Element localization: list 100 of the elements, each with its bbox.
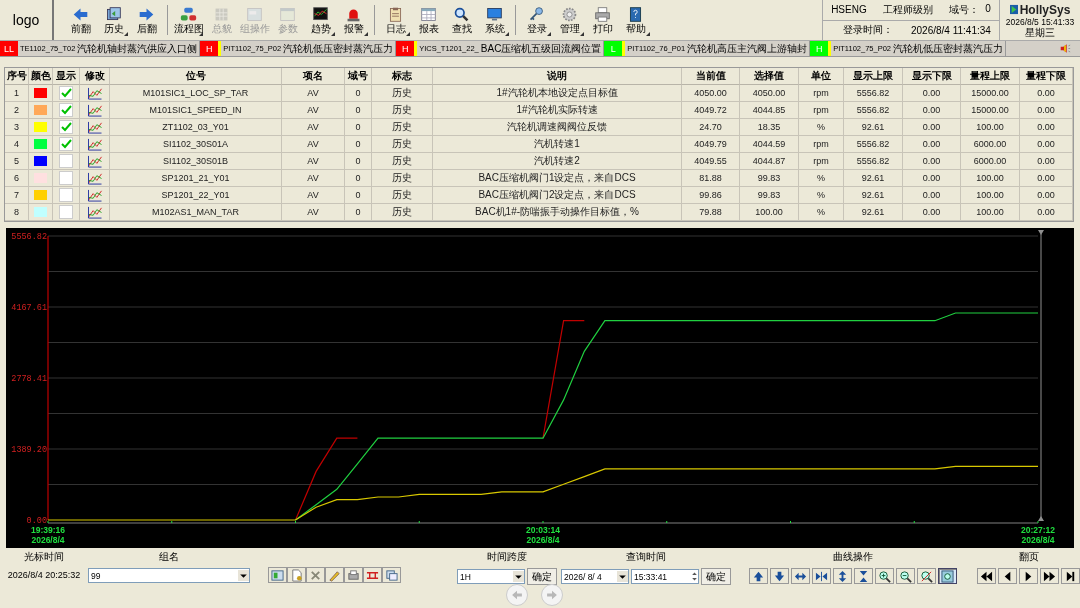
page-button[interactable] <box>977 568 996 584</box>
section-label: 时间跨度 <box>487 550 527 564</box>
table-cell: 100.00 <box>961 204 1020 221</box>
section-label: 曲线操作 <box>833 550 873 564</box>
curve-tool-button[interactable] <box>917 568 936 584</box>
toolbar-button[interactable]: 报表 <box>412 2 445 38</box>
table-cell: 6000.00 <box>961 136 1020 153</box>
edit-curve-icon[interactable] <box>86 120 103 134</box>
time-spinner[interactable]: 15:33:41 <box>631 569 699 584</box>
toolbar-button[interactable]: 流程图 <box>172 2 205 38</box>
edit-curve-icon[interactable] <box>86 171 103 185</box>
curve-tool-button[interactable] <box>791 568 810 584</box>
alarm-description: BAC压缩机五级回流阀位置 <box>480 41 602 56</box>
toolbar-button[interactable]: 登录 <box>520 2 553 38</box>
chart-monitor-icon <box>312 5 329 23</box>
show-checkbox[interactable] <box>59 86 73 100</box>
table-cell: 历史 <box>372 170 433 187</box>
toolbar-button[interactable]: 打印 <box>586 2 619 38</box>
table-cell: 历史 <box>372 153 433 170</box>
table-cell: 99.83 <box>740 187 799 204</box>
tool-button[interactable] <box>344 567 363 583</box>
column-header: 序号 <box>5 68 29 85</box>
column-header: 域号 <box>345 68 372 85</box>
page-button[interactable] <box>1061 568 1080 584</box>
toolbar-button[interactable]: 帮助 <box>619 2 652 38</box>
forward-button[interactable] <box>541 584 563 606</box>
tool-button[interactable] <box>268 567 287 583</box>
color-swatch[interactable] <box>34 88 47 98</box>
table-cell: 4050.00 <box>682 85 740 102</box>
page-button[interactable] <box>998 568 1017 584</box>
table-cell: AV <box>282 170 345 187</box>
color-swatch[interactable] <box>34 139 47 149</box>
table-cell: 0.00 <box>1020 102 1073 119</box>
table-cell: 92.61 <box>844 119 903 136</box>
color-swatch[interactable] <box>34 207 47 217</box>
toolbar-button[interactable]: 管理 <box>553 2 586 38</box>
color-swatch[interactable] <box>34 122 47 132</box>
alarm-level-badge: H <box>200 41 219 56</box>
tool-button[interactable] <box>306 567 325 583</box>
toolbar-button[interactable]: 报警 <box>337 2 370 38</box>
edit-curve-icon[interactable] <box>86 205 103 219</box>
curve-tool-button[interactable] <box>749 568 768 584</box>
edit-curve-icon[interactable] <box>86 86 103 100</box>
column-header: 当前值 <box>682 68 740 85</box>
tool-button[interactable] <box>325 567 344 583</box>
curve-tool-button[interactable] <box>833 568 852 584</box>
show-checkbox[interactable] <box>59 120 73 134</box>
color-swatch[interactable] <box>34 105 47 115</box>
curve-tool-button[interactable] <box>896 568 915 584</box>
table-cell: M101SIC1_SPEED_IN <box>110 102 282 119</box>
toolbar-button[interactable]: 查找 <box>445 2 478 38</box>
curve-tool-button[interactable] <box>854 568 873 584</box>
table-cell: 92.61 <box>844 204 903 221</box>
curve-tool-button[interactable] <box>875 568 894 584</box>
confirm-button[interactable]: 确定 <box>701 568 731 585</box>
color-swatch[interactable] <box>34 190 47 200</box>
login-label: 登录时间： <box>843 23 893 38</box>
speaker-icon[interactable] <box>1059 42 1071 55</box>
color-swatch[interactable] <box>34 156 47 166</box>
zoom-fit-icon <box>941 569 954 583</box>
show-checkbox[interactable] <box>59 137 73 151</box>
curve-tool-button[interactable] <box>812 568 831 584</box>
tool-button[interactable] <box>382 567 401 583</box>
edit-curve-icon[interactable] <box>86 154 103 168</box>
table-cell: 24.70 <box>682 119 740 136</box>
tool-button[interactable] <box>287 567 306 583</box>
column-header: 位号 <box>110 68 282 85</box>
page-button[interactable] <box>1019 568 1038 584</box>
show-checkbox[interactable] <box>59 188 73 202</box>
date-picker[interactable]: 2026/ 8/ 4 <box>561 569 629 584</box>
show-checkbox[interactable] <box>59 171 73 185</box>
table-icon <box>420 5 437 23</box>
table-cell: 4044.59 <box>740 136 799 153</box>
toolbar-button[interactable]: 前翻 <box>64 2 97 38</box>
dropdown-corner-icon <box>124 32 128 36</box>
show-checkbox[interactable] <box>59 103 73 117</box>
toolbar-button[interactable]: 系统 <box>478 2 511 38</box>
page-button[interactable] <box>1040 568 1059 584</box>
cursor-line[interactable] <box>1038 230 1044 521</box>
table-cell: 4049.55 <box>682 153 740 170</box>
key-icon <box>528 5 545 23</box>
edit-curve-icon[interactable] <box>86 103 103 117</box>
user-level: 工程师级别 <box>883 2 933 17</box>
show-checkbox[interactable] <box>59 205 73 219</box>
confirm-button[interactable]: 确定 <box>527 568 557 585</box>
group-dropdown[interactable]: 99 <box>88 568 250 583</box>
time-span-dropdown[interactable]: 1H <box>457 569 525 584</box>
toolbar-button[interactable]: 趋势 <box>304 2 337 38</box>
show-checkbox[interactable] <box>59 154 73 168</box>
edit-curve-icon[interactable] <box>86 137 103 151</box>
curve-tool-button[interactable] <box>938 568 957 584</box>
zoom-in-icon <box>878 569 891 583</box>
edit-curve-icon[interactable] <box>86 188 103 202</box>
toolbar-button[interactable]: 历史 <box>97 2 130 38</box>
toolbar-button[interactable]: 后翻 <box>130 2 163 38</box>
column-header: 显示下限 <box>903 68 961 85</box>
y-axis-label: 1389.20 <box>11 445 47 455</box>
toolbar-button[interactable]: 日志 <box>379 2 412 38</box>
curve-tool-button[interactable] <box>770 568 789 584</box>
tool-button[interactable] <box>363 567 382 583</box>
